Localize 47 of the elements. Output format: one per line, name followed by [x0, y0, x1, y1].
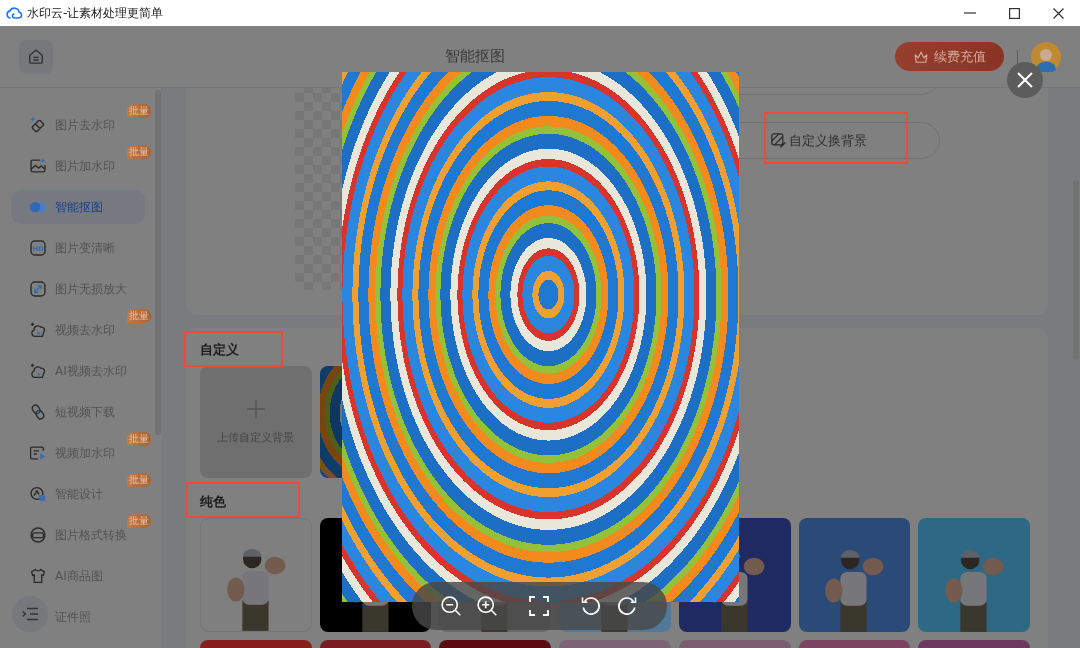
page-title: 智能抠图 — [445, 47, 505, 66]
file-format-icon — [30, 527, 46, 543]
home-icon — [29, 49, 43, 64]
recharge-button[interactable]: 续费充值 — [895, 42, 1004, 71]
user-avatar[interactable] — [1031, 41, 1061, 72]
person-silhouette-icon — [225, 549, 286, 631]
eraser-icon — [30, 117, 46, 133]
video-eraser-icon — [30, 363, 46, 379]
color-swatch[interactable] — [200, 518, 312, 632]
maximize-icon — [1008, 7, 1020, 19]
crown-icon — [913, 50, 928, 63]
expand-icon — [30, 281, 46, 297]
batch-badge: 批量 — [127, 473, 151, 487]
fullscreen-icon — [529, 596, 549, 616]
batch-badge: 批量 — [127, 432, 151, 446]
rotate-left-icon — [581, 596, 601, 616]
window-title: 水印云-让素材处理更简单 — [27, 4, 164, 22]
home-button[interactable] — [19, 39, 53, 74]
menu-collapse-icon — [22, 607, 38, 621]
section-title: 自定义 — [200, 341, 239, 359]
section-title: 纯色 — [200, 493, 226, 511]
zoom-out-icon — [441, 596, 461, 616]
color-swatch[interactable] — [918, 518, 1030, 632]
collapse-menu-button[interactable] — [12, 596, 48, 632]
video-eraser-icon — [30, 322, 46, 338]
edit-image-icon — [771, 133, 786, 148]
sidebar-item[interactable]: 智能抠图 — [11, 190, 145, 224]
close-icon — [1017, 72, 1033, 88]
close-icon — [1052, 7, 1064, 19]
overlapping-circles-icon — [30, 201, 46, 213]
minimize-icon — [964, 12, 976, 14]
link-icon — [30, 404, 46, 420]
plus-icon — [246, 399, 265, 418]
cloud-logo-icon — [6, 7, 23, 19]
video-play-icon — [30, 445, 46, 461]
batch-badge: 批量 — [127, 145, 151, 159]
batch-badge: 批量 — [127, 309, 151, 323]
batch-badge: 批量 — [127, 514, 151, 528]
batch-badge: 批量 — [127, 104, 151, 118]
tshirt-icon — [30, 568, 46, 584]
color-swatch[interactable] — [798, 518, 911, 632]
image-badge-icon — [30, 486, 46, 502]
person-silhouette-icon — [824, 550, 885, 632]
person-silhouette-icon — [944, 550, 1005, 632]
image-icon — [30, 158, 46, 174]
rotate-right-icon — [617, 596, 637, 616]
zoom-in-icon — [477, 596, 497, 616]
